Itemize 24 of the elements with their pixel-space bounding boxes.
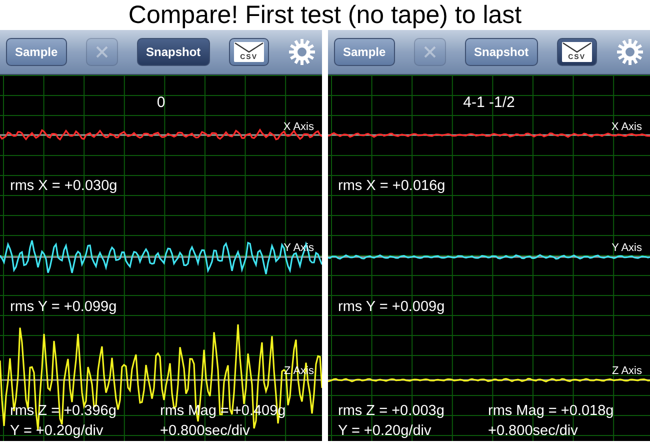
scale-reading: +0.800sec/div	[488, 423, 578, 439]
axis-label: X Axis	[611, 120, 642, 135]
settings-icon[interactable]	[616, 38, 644, 66]
envelope-icon	[234, 42, 264, 62]
rms-reading: rms X = +0.016g	[338, 178, 446, 194]
close-icon	[424, 46, 436, 58]
page-title: Compare! First test (no tape) to last	[127, 0, 523, 30]
rms-reading: rms X = +0.030g	[10, 178, 118, 194]
scale-reading: +0.800sec/div	[160, 423, 250, 439]
envelope-icon	[562, 42, 592, 62]
axis-label: Y Axis	[612, 241, 642, 256]
test-caption: 0	[156, 94, 166, 111]
rms-reading: rms Y = +0.009g	[338, 299, 445, 315]
axis-label: Z Axis	[612, 364, 642, 379]
rms-reading: rms Mag = +0.018g	[488, 403, 614, 419]
settings-icon[interactable]	[288, 38, 316, 66]
close-icon	[96, 46, 108, 58]
scale-reading: Y = +0.20g/div	[338, 423, 432, 439]
test-caption: 4-1 -1/2	[463, 94, 515, 111]
rms-reading: rms Z = +0.003g	[338, 403, 444, 419]
rms-reading: rms Y = +0.099g	[10, 299, 117, 315]
scale-reading: Y = +0.20g/div	[10, 423, 104, 439]
axis-label: X Axis	[283, 120, 314, 135]
toolbar-button[interactable]: Snapshot	[137, 38, 210, 66]
